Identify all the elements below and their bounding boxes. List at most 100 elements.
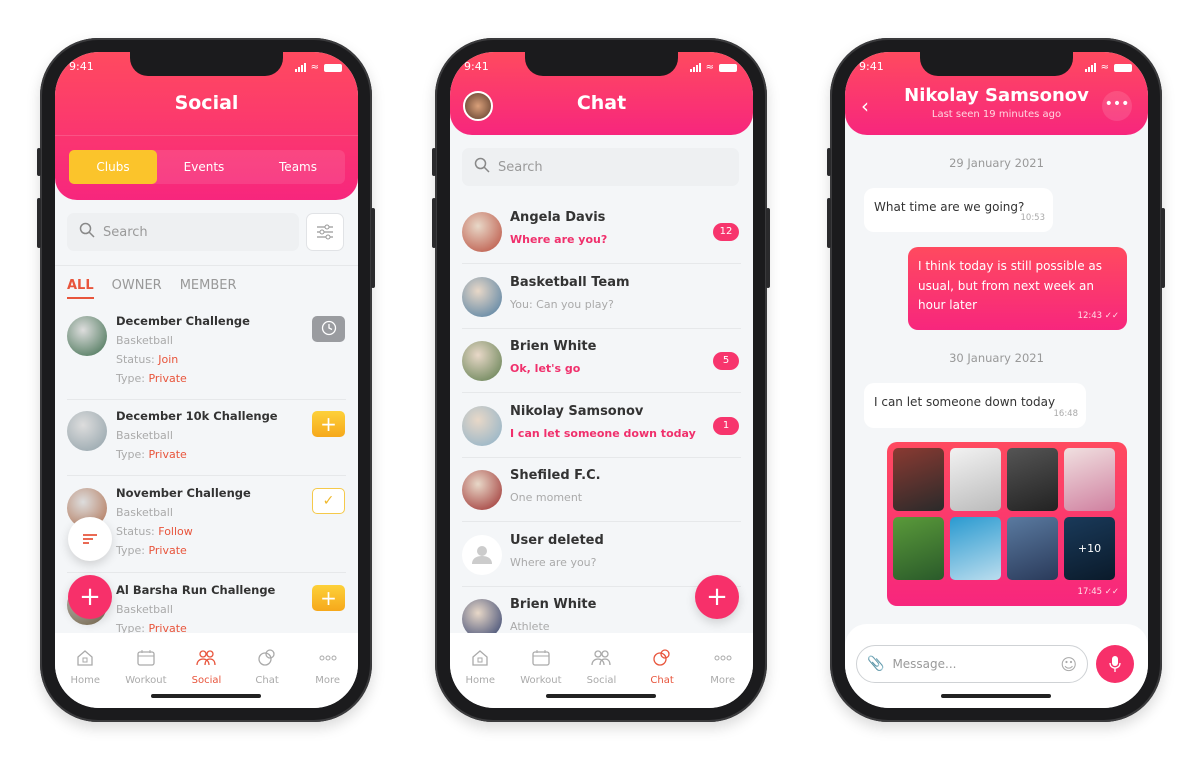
- segment-clubs[interactable]: Clubs: [69, 150, 157, 184]
- filter-tab-all[interactable]: ALL: [67, 278, 94, 299]
- conversation-row[interactable]: Nikolay Samsonov I can let someone down t…: [450, 394, 753, 458]
- contact-name: Brien White: [510, 597, 597, 612]
- conversation-row[interactable]: Brien White Ok, let's go 5: [450, 329, 753, 393]
- last-message: Ok, let's go: [510, 362, 581, 375]
- search-icon: [79, 222, 95, 242]
- gallery-photo[interactable]: [950, 448, 1001, 511]
- wifi-icon: ≈: [1100, 62, 1109, 73]
- tab-home[interactable]: Home: [55, 633, 116, 708]
- segment-events[interactable]: Events: [157, 150, 251, 184]
- segment-teams[interactable]: Teams: [251, 150, 345, 184]
- check-action-button[interactable]: ✓: [312, 488, 345, 514]
- emoji-icon[interactable]: ☺: [1060, 655, 1077, 674]
- challenge-title: November Challenge: [116, 486, 251, 500]
- battery-icon: [719, 63, 737, 72]
- challenge-item[interactable]: December Challenge Basketball Status: Join…: [55, 310, 358, 400]
- image-gallery-message: +10 17:45 ✓✓: [887, 442, 1127, 606]
- conversation-row[interactable]: Basketball Team You: Can you play?: [450, 265, 753, 329]
- tab-label: More: [315, 675, 341, 686]
- new-chat-button[interactable]: +: [695, 575, 739, 619]
- gallery-photo[interactable]: +10: [1064, 517, 1115, 580]
- clock-action-button[interactable]: [312, 316, 345, 342]
- contact-name: Shefiled F.C.: [510, 468, 601, 483]
- unread-badge: 12: [713, 223, 739, 241]
- more-photos-count: +10: [1077, 541, 1102, 555]
- gallery-photo[interactable]: [950, 517, 1001, 580]
- sliders-icon: [317, 224, 333, 240]
- page-title: Chat: [576, 92, 627, 114]
- last-message: Athlete: [510, 620, 550, 633]
- tab-label: Workout: [520, 675, 562, 686]
- more-options-button[interactable]: •••: [1102, 91, 1132, 121]
- last-message: Where are you?: [510, 233, 608, 246]
- message-text: I can let someone down today: [874, 395, 1056, 409]
- search-input[interactable]: Search: [498, 160, 543, 175]
- phone-screen: 9:41 ≈ Social Clubs Events Teams Search ALL OWNE…: [55, 52, 358, 708]
- sort-icon: [83, 534, 97, 544]
- add-challenge-button[interactable]: +: [68, 575, 112, 619]
- gallery-photo[interactable]: [893, 448, 944, 511]
- challenge-avatar: [67, 316, 107, 356]
- unread-badge: 5: [713, 352, 739, 370]
- message-text: What time are we going?: [874, 200, 1025, 214]
- people-icon: [571, 647, 632, 669]
- phone-frame: 9:41 ≈ ‹ Nikolay Samsonov Last seen 19 minut…: [827, 38, 1165, 722]
- incoming-message: What time are we going? 10:53: [864, 188, 1053, 232]
- home-icon: [450, 647, 511, 669]
- contact-name: Basketball Team: [510, 274, 630, 290]
- microphone-icon: [1109, 656, 1121, 672]
- last-message: I can let someone down today: [510, 426, 696, 440]
- challenge-type: Type: Private: [116, 372, 187, 385]
- gallery-photo[interactable]: [1064, 448, 1115, 511]
- signal-icon: [689, 63, 701, 72]
- plus-icon: +: [320, 412, 337, 436]
- chat-bubbles-icon: [632, 647, 693, 669]
- tab-more[interactable]: More: [692, 633, 753, 708]
- double-check-icon: ✓✓: [1102, 310, 1119, 321]
- segment-control: Clubs Events Teams: [69, 150, 345, 184]
- message-time: 17:45 ✓✓: [1077, 586, 1119, 597]
- conversation-row[interactable]: Shefiled F.C. One moment: [450, 458, 753, 522]
- challenge-sport: Basketball: [116, 506, 173, 519]
- challenge-type: Type: Private: [116, 544, 187, 557]
- contact-name: Brien White: [510, 339, 597, 354]
- voice-record-button[interactable]: [1096, 645, 1134, 683]
- search-input[interactable]: Search: [103, 225, 148, 240]
- gallery-photo[interactable]: [1007, 448, 1058, 511]
- conversation-avatar: [462, 276, 502, 317]
- battery-icon: [324, 63, 342, 72]
- status-value: Follow: [158, 525, 193, 538]
- plus-icon: +: [320, 586, 337, 610]
- conversation-avatar: [462, 470, 502, 510]
- paperclip-icon[interactable]: 📎: [867, 656, 884, 672]
- filter-tab-member[interactable]: MEMBER: [180, 278, 237, 299]
- message-time: 12:43 ✓✓: [1077, 310, 1119, 321]
- gallery-photo[interactable]: [893, 517, 944, 580]
- tab-home[interactable]: Home: [450, 633, 511, 708]
- plus-action-button[interactable]: +: [312, 411, 345, 437]
- challenge-status: Status: Follow: [116, 525, 193, 538]
- conversation-row[interactable]: Angela Davis Where are you? 12: [450, 200, 753, 264]
- message-field[interactable]: 📎 Message... ☺: [856, 645, 1088, 683]
- plus-action-button[interactable]: +: [312, 585, 345, 611]
- page-title: Social: [174, 92, 239, 114]
- phone-frame: 9:41 ≈ Social Clubs Events Teams Search ALL OWNE…: [37, 38, 375, 722]
- signal-icon: [294, 63, 306, 72]
- wifi-icon: ≈: [705, 62, 714, 73]
- contact-name: Nikolay Samsonov: [510, 403, 644, 419]
- tab-more[interactable]: More: [297, 633, 358, 708]
- filter-button[interactable]: [306, 213, 344, 251]
- filter-tab-owner[interactable]: OWNER: [112, 278, 162, 299]
- tab-label: Chat: [650, 675, 674, 686]
- gallery-photo[interactable]: [1007, 517, 1058, 580]
- calendar-icon: [511, 647, 572, 669]
- phone-frame: 9:41 ≈ Chat Search Angela Davis Where are you…: [432, 38, 770, 722]
- plus-icon: +: [706, 582, 728, 612]
- home-indicator: [546, 694, 656, 698]
- sort-button[interactable]: [68, 517, 112, 561]
- search-field[interactable]: Search: [462, 148, 739, 186]
- message-input[interactable]: Message...: [892, 657, 1052, 671]
- search-field[interactable]: Search: [67, 213, 299, 251]
- more-dots-icon: [692, 647, 753, 669]
- status-time: 9:41: [69, 60, 94, 73]
